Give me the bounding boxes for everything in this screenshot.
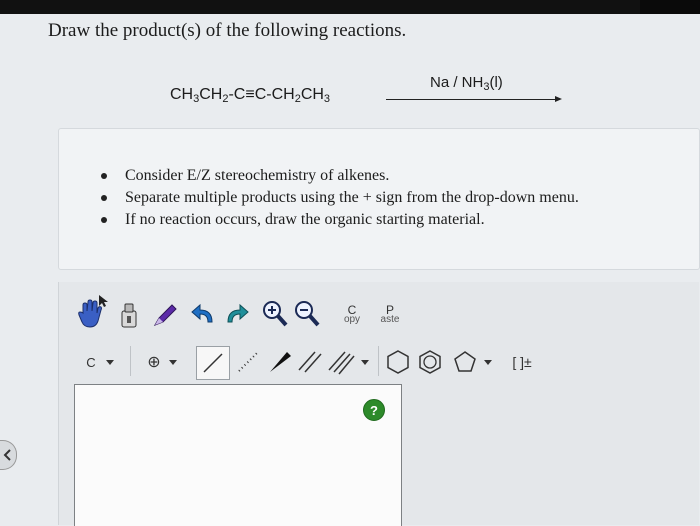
top-bar bbox=[0, 0, 700, 14]
cursor-arrow-icon bbox=[98, 294, 110, 308]
zoom-out-icon[interactable] bbox=[294, 300, 320, 328]
pencil-icon[interactable] bbox=[150, 300, 180, 330]
chevron-down-icon bbox=[168, 359, 177, 365]
paste-button[interactable]: P aste bbox=[373, 300, 407, 330]
copy-label-bottom: opy bbox=[343, 314, 361, 325]
top-bar-corner bbox=[640, 0, 700, 14]
formula-part: CH bbox=[170, 86, 194, 103]
drawing-canvas[interactable] bbox=[74, 384, 402, 526]
bracket-charge-button[interactable]: [ ]± bbox=[504, 350, 540, 374]
dotted-bond-icon[interactable] bbox=[234, 348, 262, 376]
reagent-label: Na / NH3(l) bbox=[430, 74, 503, 93]
plus-circle-icon: ⊕ bbox=[147, 354, 161, 371]
formula-part: CH bbox=[199, 86, 223, 103]
pentagon-ring-icon bbox=[454, 351, 476, 372]
instructions-panel: Consider E/Z stereochemistry of alkenes.… bbox=[58, 128, 700, 270]
undo-icon[interactable] bbox=[190, 302, 218, 328]
benzene-ring-icon[interactable] bbox=[416, 348, 444, 376]
redo-icon[interactable] bbox=[222, 302, 250, 328]
charge-dropdown[interactable]: ⊕ bbox=[140, 350, 184, 374]
formula-subscript: 3 bbox=[323, 93, 331, 105]
triple-bond-icon bbox=[328, 351, 355, 375]
reagent-phase: (l) bbox=[489, 74, 503, 91]
help-label: ? bbox=[370, 402, 378, 418]
instruction-item: If no reaction occurs, draw the organic … bbox=[101, 209, 579, 231]
formula-part: CH bbox=[300, 86, 324, 103]
help-button[interactable]: ? bbox=[363, 399, 385, 421]
atom-dropdown-label: C bbox=[86, 354, 96, 370]
eraser-icon[interactable] bbox=[118, 300, 140, 330]
paste-label-bottom: aste bbox=[380, 314, 400, 325]
triple-bond-dropdown[interactable] bbox=[326, 348, 370, 376]
copy-button[interactable]: C opy bbox=[337, 300, 367, 330]
reactant-formula: CH3CH2-C≡C-CH2CH3 bbox=[170, 86, 330, 105]
single-bond-icon[interactable] bbox=[196, 346, 230, 380]
instruction-item: Separate multiple products using the + s… bbox=[101, 187, 579, 209]
question-text: Draw the product(s) of the following rea… bbox=[48, 20, 407, 41]
reagent-main: Na / NH bbox=[430, 74, 484, 91]
formula-part: -C≡C-CH bbox=[228, 86, 295, 103]
instructions-list: Consider E/Z stereochemistry of alkenes.… bbox=[101, 165, 579, 231]
zoom-in-icon[interactable] bbox=[262, 300, 288, 328]
wedge-bond-icon[interactable] bbox=[266, 348, 294, 376]
hexagon-ring-icon[interactable] bbox=[384, 348, 412, 376]
chevron-down-icon bbox=[484, 359, 492, 365]
ring-dropdown[interactable] bbox=[448, 348, 496, 376]
double-bond-icon[interactable] bbox=[296, 348, 324, 376]
collapse-tab[interactable] bbox=[0, 440, 17, 470]
toolbar-divider bbox=[130, 346, 131, 376]
instruction-item: Consider E/Z stereochemistry of alkenes. bbox=[101, 165, 579, 187]
chevron-down-icon bbox=[105, 359, 114, 365]
chevron-down-icon bbox=[361, 359, 369, 365]
toolbar-divider bbox=[378, 346, 379, 376]
reaction-arrow bbox=[386, 96, 562, 102]
chevron-left-icon bbox=[3, 449, 11, 461]
bracket-label: [ ]± bbox=[512, 354, 532, 370]
atom-dropdown[interactable]: C bbox=[80, 350, 120, 374]
